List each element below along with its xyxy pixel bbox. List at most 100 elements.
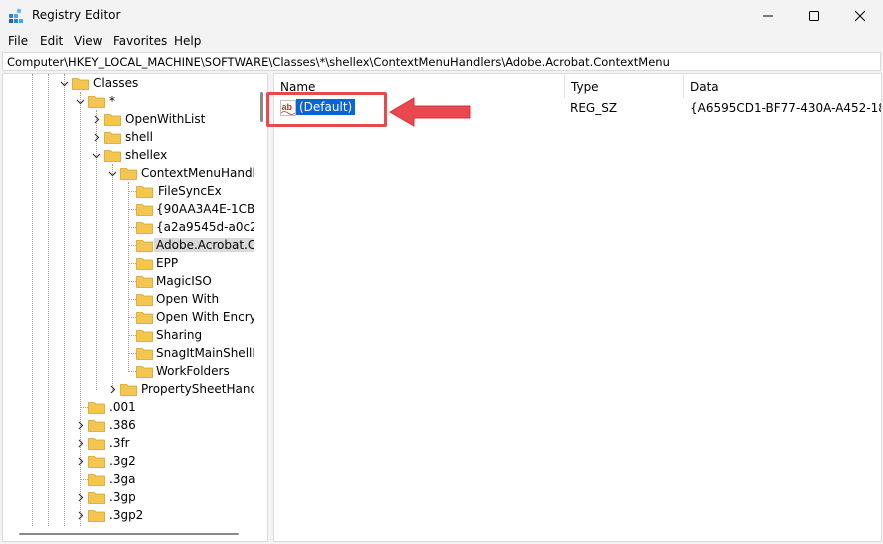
tree-item-label: WorkFolders [156, 364, 230, 378]
tree-item-extension[interactable]: .3g2 [3, 452, 254, 470]
expand-icon[interactable] [90, 110, 102, 128]
folder-icon [88, 402, 105, 414]
collapse-icon[interactable] [90, 146, 102, 164]
tree-item-label: Open With [156, 292, 220, 306]
value-type: REG_SZ [570, 101, 618, 115]
column-header-type[interactable]: Type [565, 74, 684, 98]
collapse-icon[interactable] [106, 164, 118, 182]
menu-view[interactable]: View [74, 34, 102, 48]
tree-horizontal-scrollbar[interactable] [3, 526, 254, 541]
tree-item-label: FileSyncEx [158, 184, 222, 198]
folder-icon [136, 258, 153, 270]
address-bar[interactable]: Computer\HKEY_LOCAL_MACHINE\SOFTWARE\Cla… [2, 52, 881, 71]
tree-item-label: shellex [125, 148, 168, 162]
tree-item-label: .3ga [109, 472, 136, 486]
tree-item-label: .3gp [109, 490, 136, 504]
title-bar: Registry Editor [0, 0, 883, 32]
tree-guide-line [80, 407, 88, 408]
maximize-icon [809, 11, 819, 21]
value-data: {A6595CD1-BF77-430A-A452-186966 [690, 101, 881, 115]
folder-icon [136, 366, 153, 378]
tree-item-child[interactable]: Sharing [3, 326, 254, 344]
menu-help[interactable]: Help [174, 34, 201, 48]
folder-icon [88, 492, 105, 504]
folder-icon [136, 204, 153, 216]
tree-item-child[interactable]: WorkFolders [3, 362, 254, 380]
tree-item-child[interactable]: {a2a9545d-a0c2-4 [3, 218, 267, 236]
tree-item-openwithlist[interactable]: OpenWithList [3, 110, 254, 128]
menu-favorites[interactable]: Favorites [113, 34, 167, 48]
tree-item-child[interactable]: Open With [3, 290, 254, 308]
tree-item-extension[interactable]: .3gp2 [3, 506, 254, 524]
expand-icon[interactable] [74, 506, 86, 524]
tree-item-extension[interactable]: .3gp [3, 488, 254, 506]
expand-icon[interactable] [106, 380, 118, 398]
expand-icon[interactable] [74, 416, 86, 434]
scrollbar-thumb[interactable] [260, 92, 263, 122]
tree-item-label: .3fr [109, 436, 130, 450]
tree-item-label: shell [125, 130, 153, 144]
tree-item-label: Open With Encryp [156, 310, 265, 324]
tree-item-propertysheethandlers[interactable]: PropertySheetHandle [3, 380, 267, 398]
collapse-icon[interactable] [74, 92, 86, 110]
expand-icon[interactable] [90, 128, 102, 146]
collapse-icon[interactable] [58, 74, 70, 92]
window-title: Registry Editor [32, 8, 121, 22]
tree-guide-line [128, 227, 136, 228]
tree-item-star[interactable]: * [3, 92, 254, 110]
tree-guide-line [128, 263, 136, 264]
folder-icon [136, 330, 153, 342]
key-tree-pane[interactable]: Classes * OpenWithList shell shellex Con… [2, 73, 268, 542]
tree-item-label: SnagItMainShellEx [156, 346, 268, 360]
values-list-pane[interactable]: Name Type Data ab (Default) REG_SZ {A659… [273, 73, 882, 542]
tree-guide-line [128, 353, 136, 354]
tree-item-label: Adobe.Acrobat.Co [154, 238, 266, 252]
address-path: Computer\HKEY_LOCAL_MACHINE\SOFTWARE\Cla… [7, 55, 670, 69]
tree-item-child[interactable]: {90AA3A4E-1CBA- [3, 200, 267, 218]
tree-vertical-scrollbar[interactable] [254, 74, 267, 526]
tree-item-contextmenuhandlers[interactable]: ContextMenuHandle [3, 164, 263, 182]
expand-icon[interactable] [74, 452, 86, 470]
folder-icon [88, 510, 105, 522]
folder-icon [136, 312, 153, 324]
maximize-button[interactable] [791, 0, 837, 32]
folder-icon [88, 474, 105, 486]
minimize-button[interactable] [745, 0, 791, 32]
tree-item-label: .386 [109, 418, 136, 432]
tree-item-label: EPP [156, 256, 179, 270]
tree-item-label: ContextMenuHandle [141, 166, 264, 180]
menu-file[interactable]: File [8, 34, 28, 48]
tree-item-label: .3g2 [109, 454, 136, 468]
tree-item-extension[interactable]: .001 [3, 398, 254, 416]
tree-item-adobe-acrobat-selected[interactable]: Adobe.Acrobat.Co [3, 236, 266, 254]
expand-icon[interactable] [74, 434, 86, 452]
minimize-icon [763, 15, 773, 17]
tree-item-label: {90AA3A4E-1CBA- [156, 202, 268, 216]
tree-guide-line [128, 317, 136, 318]
tree-item-shellex[interactable]: shellex [3, 146, 254, 164]
tree-item-label: Classes [93, 76, 139, 90]
folder-icon [120, 384, 137, 396]
tree-item-extension[interactable]: .3fr [3, 434, 254, 452]
tree-item-classes[interactable]: Classes [3, 74, 254, 92]
tree-item-child[interactable]: FileSyncEx [3, 182, 254, 200]
tree-item-child[interactable]: SnagItMainShellEx [3, 344, 267, 362]
tree-item-extension[interactable]: .386 [3, 416, 254, 434]
scrollbar-thumb[interactable] [19, 533, 239, 535]
tree-guide-line [128, 245, 136, 246]
folder-icon [104, 114, 121, 126]
tree-guide-line [80, 479, 88, 480]
folder-icon [104, 150, 121, 162]
column-header-data[interactable]: Data [684, 74, 881, 98]
folder-icon [136, 186, 153, 198]
tree-item-extension[interactable]: .3ga [3, 470, 254, 488]
expand-icon[interactable] [74, 488, 86, 506]
folder-icon [88, 96, 105, 108]
tree-item-child[interactable]: EPP [3, 254, 254, 272]
menu-edit[interactable]: Edit [40, 34, 63, 48]
annotation-arrow-icon [389, 97, 471, 127]
tree-item-child[interactable]: Open With Encryp [3, 308, 264, 326]
tree-item-child[interactable]: MagicISO [3, 272, 254, 290]
tree-item-shell[interactable]: shell [3, 128, 254, 146]
close-button[interactable] [837, 0, 883, 32]
